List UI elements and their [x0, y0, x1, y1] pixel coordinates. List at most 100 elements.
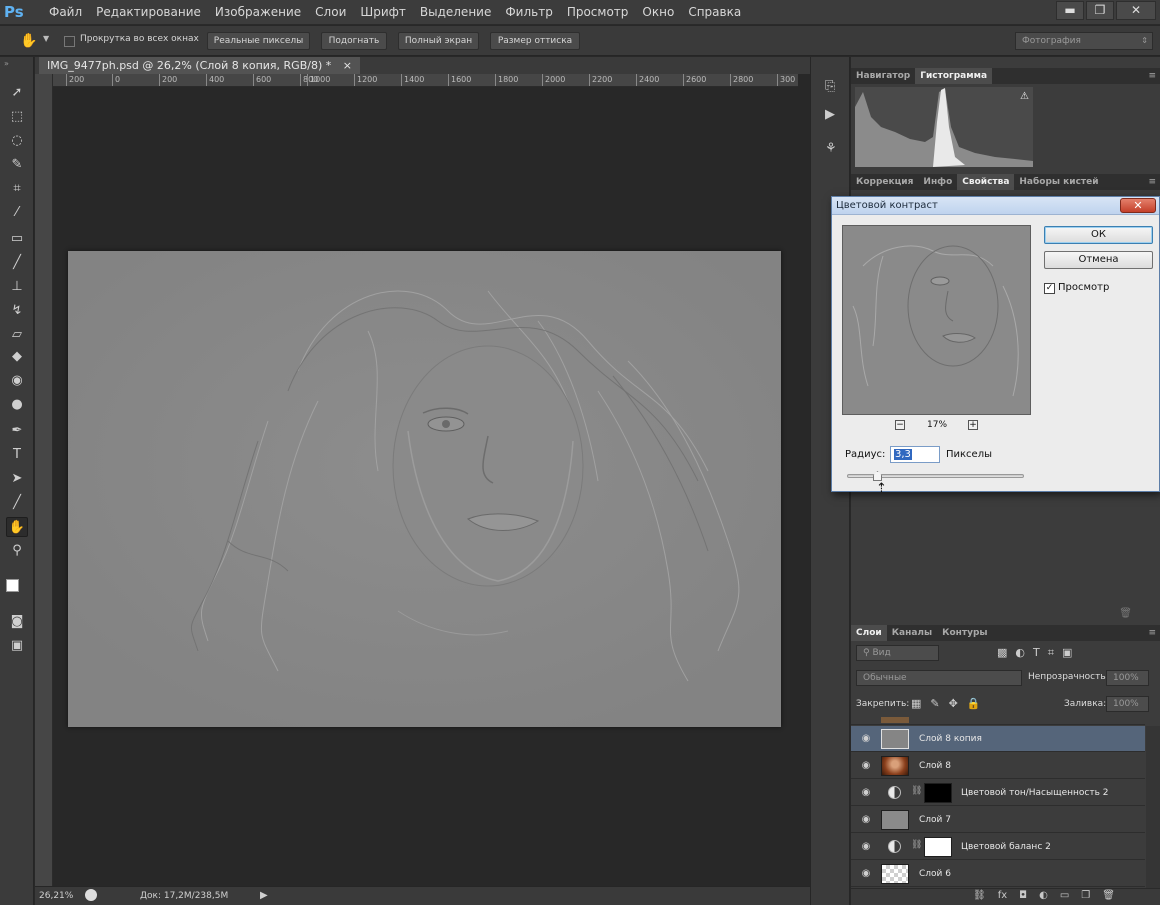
- add-mask-icon[interactable]: ◘: [1019, 890, 1027, 901]
- actual-pixels-button[interactable]: Реальные пикселы: [207, 32, 310, 50]
- tab-paths[interactable]: Контуры: [937, 625, 992, 641]
- marquee-tool-icon[interactable]: ⬚: [6, 107, 28, 127]
- quick-select-tool-icon[interactable]: ✎: [6, 155, 28, 175]
- menu-type[interactable]: Шрифт: [353, 0, 413, 25]
- menu-layers[interactable]: Слои: [308, 0, 353, 25]
- new-group-icon[interactable]: ▭: [1060, 890, 1069, 901]
- radius-slider-thumb[interactable]: [873, 471, 882, 481]
- restore-button[interactable]: ❐: [1086, 1, 1114, 20]
- move-tool-icon[interactable]: ➚: [6, 83, 28, 103]
- layer-name[interactable]: Слой 7: [919, 807, 951, 833]
- healing-brush-tool-icon[interactable]: ▭: [6, 229, 28, 249]
- zoom-level[interactable]: 26,21%: [39, 891, 73, 901]
- layer-style-fx-icon[interactable]: fx: [998, 890, 1007, 901]
- menu-filter[interactable]: Фильтр: [498, 0, 559, 25]
- menu-help[interactable]: Справка: [681, 0, 748, 25]
- history-brush-tool-icon[interactable]: ↯: [6, 301, 28, 321]
- delete-layer-icon[interactable]: 🗑: [1102, 890, 1115, 901]
- workspace-select[interactable]: Фотография ⇕: [1015, 32, 1153, 50]
- preview-checkbox[interactable]: ✓: [1044, 283, 1055, 294]
- dialog-preview-image[interactable]: [842, 225, 1031, 415]
- menu-edit[interactable]: Редактирование: [89, 0, 208, 25]
- status-menu-arrow-icon[interactable]: ▶: [260, 890, 268, 901]
- layer-mask-thumbnail[interactable]: [924, 783, 952, 803]
- histogram-warning-icon[interactable]: ⚠: [1020, 91, 1029, 102]
- layer-name[interactable]: Слой 8: [919, 753, 951, 779]
- visibility-eye-icon[interactable]: ◉: [859, 867, 873, 881]
- menu-image[interactable]: Изображение: [208, 0, 308, 25]
- filter-smart-object-icon[interactable]: ▣: [1062, 646, 1072, 660]
- hand-tool-preset-icon[interactable]: ✋: [20, 32, 38, 50]
- preset-dropdown-arrow-icon[interactable]: ▼: [43, 34, 49, 43]
- visibility-eye-icon[interactable]: ◉: [859, 840, 873, 854]
- foreground-color-swatch[interactable]: [6, 579, 19, 592]
- preview-zoom-in-button[interactable]: +: [968, 420, 978, 430]
- radius-input[interactable]: 3,3: [890, 446, 940, 463]
- visibility-eye-icon[interactable]: ◉: [859, 732, 873, 746]
- new-layer-icon[interactable]: ❐: [1081, 890, 1090, 901]
- menu-select[interactable]: Выделение: [413, 0, 498, 25]
- fit-screen-button[interactable]: Подогнать: [321, 32, 387, 50]
- layer-filter-kind-select[interactable]: ⚲ Вид: [856, 645, 939, 661]
- properties-trash-icon[interactable]: 🗑: [1119, 608, 1132, 619]
- panel-menu-icon[interactable]: ≡: [1148, 174, 1156, 190]
- layer-name[interactable]: Слой 6: [919, 861, 951, 887]
- visibility-eye-icon[interactable]: ◉: [859, 759, 873, 773]
- layer-row[interactable]: ◉ ⛓ Цветовой баланс 2: [851, 834, 1145, 860]
- lock-all-icon[interactable]: 🔒: [967, 697, 981, 710]
- layer-row[interactable]: ◉ Слой 6: [851, 861, 1145, 887]
- filter-type-icon[interactable]: T: [1033, 646, 1040, 660]
- blur-tool-icon[interactable]: ◉: [6, 371, 28, 391]
- layer-row[interactable]: ◉ Слой 8: [851, 753, 1145, 779]
- link-layers-icon[interactable]: ⛓: [973, 890, 986, 901]
- pen-tool-icon[interactable]: ✒: [6, 421, 28, 441]
- brush-tool-icon[interactable]: ╱: [6, 253, 28, 273]
- fill-field[interactable]: 100%: [1106, 696, 1149, 712]
- layer-row[interactable]: ◉ ⛓ Цветовой тон/Насыщенность 2: [851, 780, 1145, 806]
- new-adjustment-layer-icon[interactable]: ◐: [1039, 890, 1048, 901]
- path-select-tool-icon[interactable]: ➤: [6, 469, 28, 489]
- tab-histogram[interactable]: Гистограмма: [915, 68, 993, 84]
- tab-brush-presets[interactable]: Наборы кистей: [1014, 174, 1103, 190]
- close-window-button[interactable]: ✕: [1116, 1, 1156, 20]
- panel-menu-icon[interactable]: ≡: [1148, 68, 1156, 84]
- layer-row[interactable]: ◉ Слой 7: [851, 807, 1145, 833]
- ok-button[interactable]: ОК: [1044, 226, 1153, 244]
- layer-row[interactable]: ◉ Слой 8 копия: [851, 726, 1145, 752]
- stamp-tool-icon[interactable]: ⊥: [6, 277, 28, 297]
- lock-pixels-icon[interactable]: ✎: [930, 697, 939, 710]
- dialog-title-bar[interactable]: Цветовой контраст: [832, 197, 1159, 215]
- type-tool-icon[interactable]: T: [6, 445, 28, 465]
- crop-tool-icon[interactable]: ⌗: [6, 179, 28, 199]
- actions-panel-icon[interactable]: ▶: [825, 107, 835, 122]
- lock-position-icon[interactable]: ✥: [949, 697, 958, 710]
- hand-tool-icon[interactable]: ✋: [6, 517, 28, 537]
- dialog-close-button[interactable]: ✕: [1120, 198, 1156, 213]
- document-tab-close-icon[interactable]: ×: [343, 59, 352, 72]
- eyedropper-tool-icon[interactable]: ⁄: [6, 203, 28, 223]
- filter-shape-icon[interactable]: ⌗: [1048, 646, 1054, 660]
- visibility-eye-icon[interactable]: ◉: [859, 786, 873, 800]
- tab-info[interactable]: Инфо: [918, 174, 957, 190]
- paint-bucket-tool-icon[interactable]: ◆: [6, 347, 28, 367]
- menu-window[interactable]: Окно: [635, 0, 681, 25]
- layer-name[interactable]: Слой 8 копия: [919, 726, 982, 752]
- layer-name[interactable]: Цветовой баланс 2: [961, 834, 1051, 860]
- status-info-icon[interactable]: [85, 889, 97, 901]
- full-screen-button[interactable]: Полный экран: [398, 32, 479, 50]
- quick-mask-icon[interactable]: ◙: [6, 612, 28, 632]
- zoom-tool-icon[interactable]: ⚲: [6, 541, 28, 561]
- tab-properties[interactable]: Свойства: [957, 174, 1015, 190]
- filter-pixel-icon[interactable]: ▩: [997, 646, 1007, 660]
- document-tab[interactable]: IMG_9477ph.psd @ 26,2% (Слой 8 копия, RG…: [39, 57, 360, 74]
- line-tool-icon[interactable]: ╱: [6, 493, 28, 513]
- history-panel-icon[interactable]: ⎘: [825, 79, 835, 94]
- eraser-tool-icon[interactable]: ▱: [6, 325, 28, 345]
- blend-mode-select[interactable]: Обычные: [856, 670, 1022, 686]
- document-image[interactable]: [68, 251, 781, 727]
- screen-mode-icon[interactable]: ▣: [6, 636, 28, 656]
- print-size-button[interactable]: Размер оттиска: [490, 32, 580, 50]
- preview-zoom-out-button[interactable]: −: [895, 420, 905, 430]
- panel-menu-icon[interactable]: ≡: [1148, 625, 1156, 641]
- tab-layers[interactable]: Слои: [851, 625, 887, 641]
